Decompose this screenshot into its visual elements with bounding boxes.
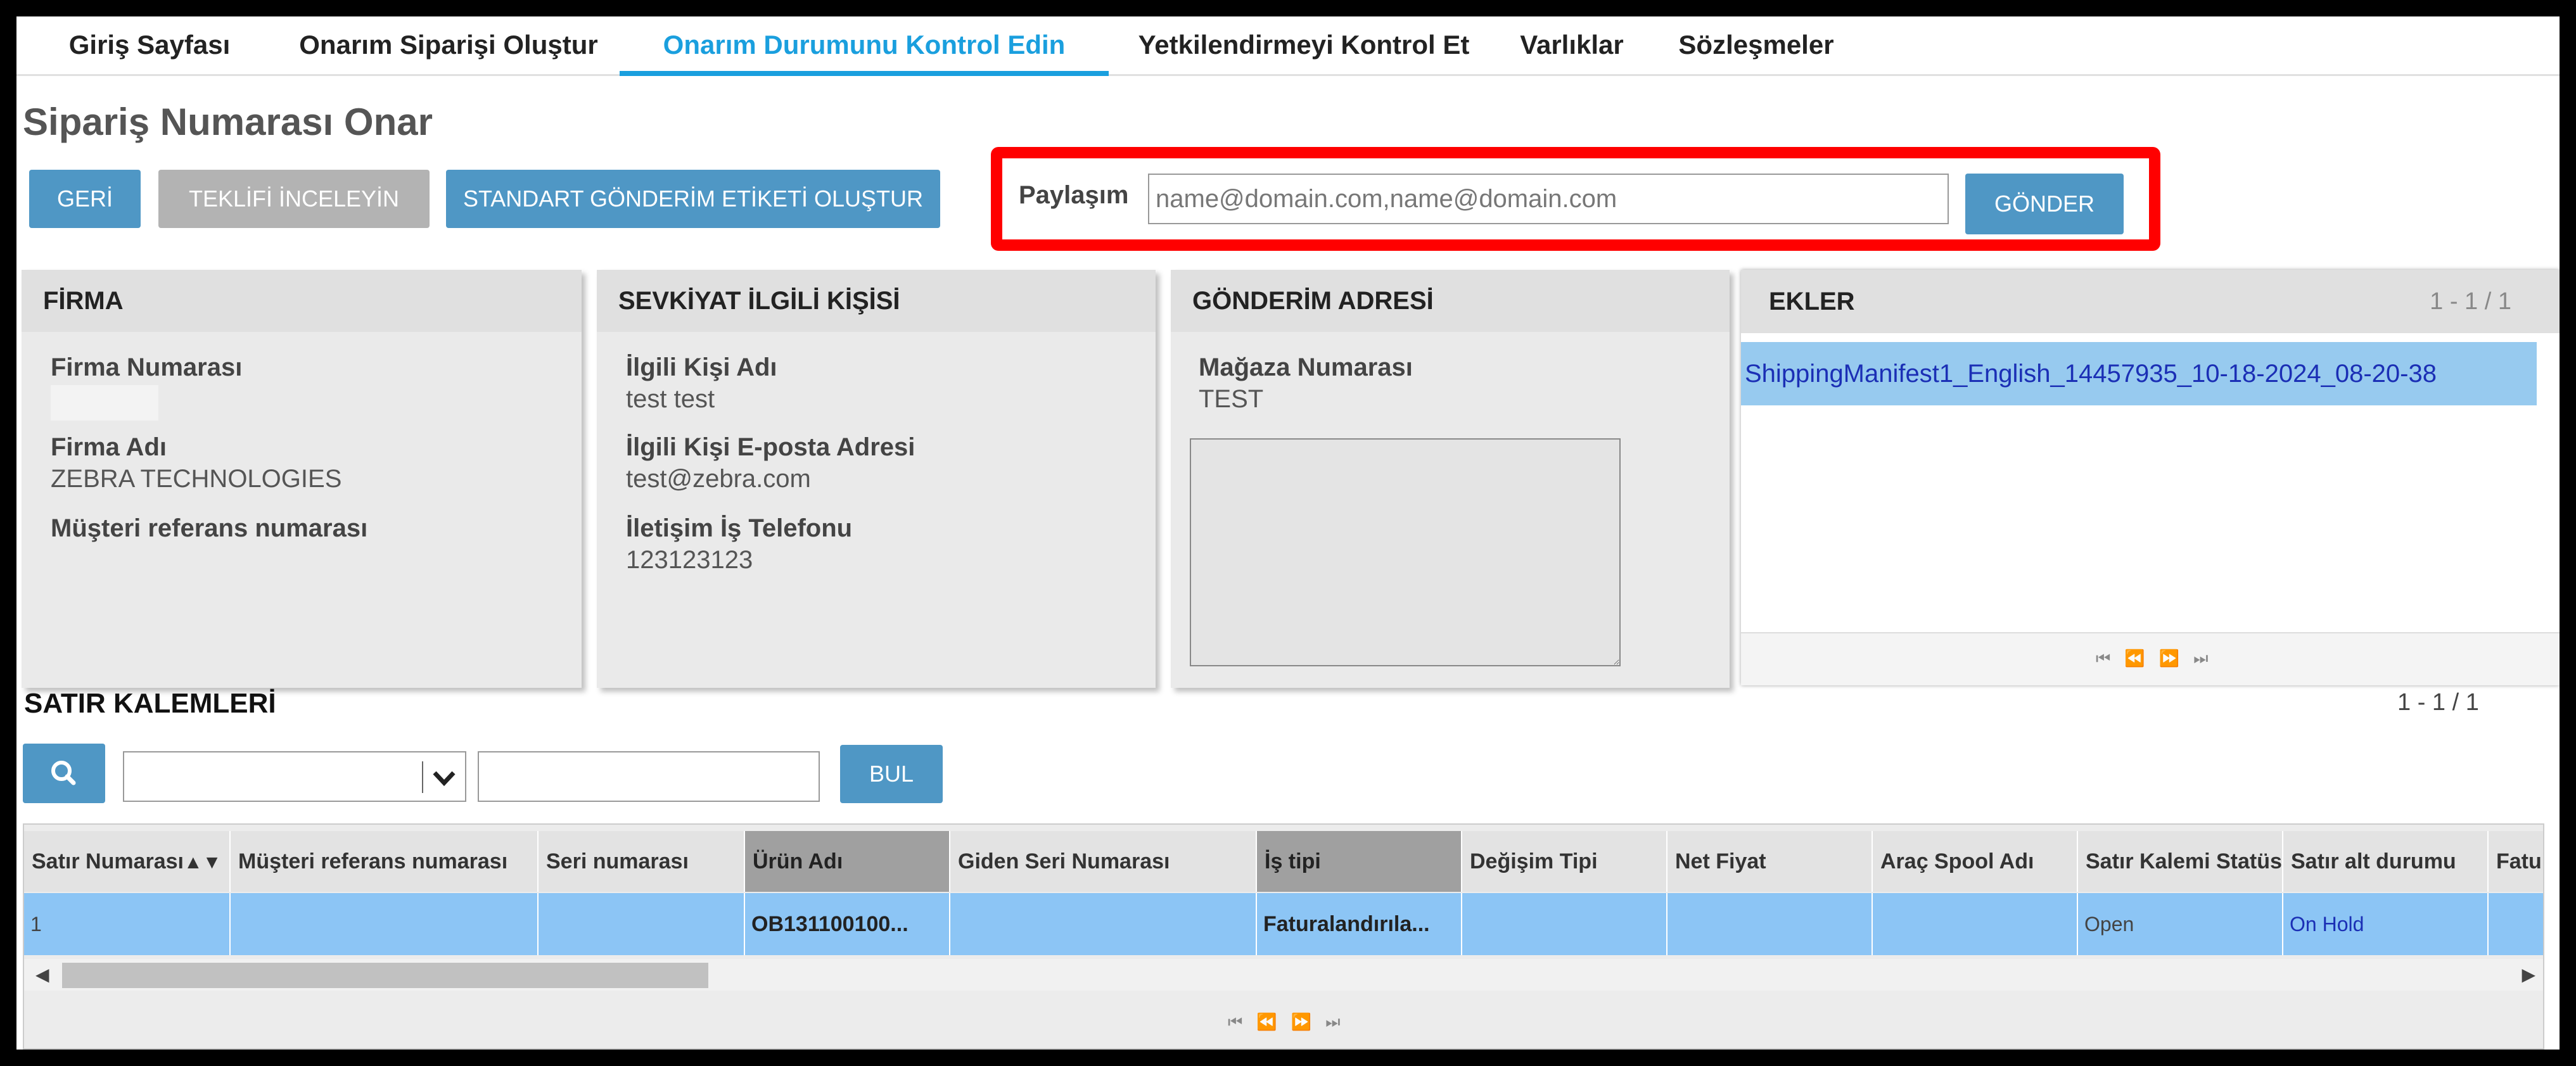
column-header-billing[interactable]: Faturalandırma [2489,831,2543,892]
next-page-icon[interactable]: ⏩ [1291,1012,1325,1031]
share-label: Paylaşım [1019,181,1129,209]
attachments-header: EKLER 1 - 1 / 1 [1741,270,2560,333]
search-button[interactable] [23,744,105,803]
contact-name-label: İlgili Kişi Adı [626,353,777,381]
shipping-contact-title: SEVKİYAT İLGİLİ KİŞİSİ [597,270,1156,332]
table-row[interactable]: 1 OB131100100... Faturalandırıla... Open… [24,893,2543,955]
contact-email-label: İlgili Kişi E-posta Adresi [626,433,915,461]
prev-page-icon[interactable]: ⏪ [1256,1012,1291,1031]
column-header-serial[interactable]: Seri numarası [539,831,745,892]
search-icon [51,761,76,785]
share-email-input[interactable] [1148,174,1949,224]
tab-assets[interactable]: Varlıklar [1505,16,1638,76]
shipping-address-textarea[interactable] [1190,438,1621,666]
firm-panel: FİRMA Firma Numarası Firma Adı ZEBRA TEC… [22,270,582,688]
firm-name-value: ZEBRA TECHNOLOGIES [51,465,342,493]
column-header-line-number[interactable]: Satır Numarası▲▼ [24,831,231,892]
line-items-title: SATIR KALEMLERİ [24,688,276,719]
firm-number-value [51,385,158,421]
cell-customer-ref [231,893,539,955]
shipping-address-panel: GÖNDERİM ADRESİ Mağaza Numarası TEST [1171,270,1730,688]
column-header-exchange-type[interactable]: Değişim Tipi [1462,831,1667,892]
contact-name-value: test test [626,385,715,413]
first-page-icon[interactable]: ⏮ [1228,1012,1256,1031]
filter-column-select[interactable] [123,751,466,802]
line-items-count: 1 - 1 / 1 [2397,689,2479,716]
column-header-out-serial[interactable]: Giden Seri Numarası [950,831,1257,892]
attachments-count: 1 - 1 / 1 [2430,288,2511,315]
cell-job-type: Faturalandırıla... [1257,893,1462,955]
scroll-right-icon[interactable]: ▶ [2522,964,2535,985]
column-header-sub-status[interactable]: Satır alt durumu [2283,831,2489,892]
back-button[interactable]: GERİ [29,170,141,228]
customer-ref-label: Müşteri referans numarası [51,514,368,542]
cell-line-status: Open [2078,893,2283,955]
cell-billing [2489,893,2543,955]
attachments-title: EKLER [1769,288,1855,315]
column-header-line-status[interactable]: Satır Kalemi Statüsü [2078,831,2283,892]
next-page-icon[interactable]: ⏩ [2159,649,2193,668]
chevron-down-icon [433,771,456,787]
cell-net-price [1667,893,1873,955]
attachment-item[interactable]: ShippingManifest1_English_14457935_10-18… [1741,342,2537,405]
contact-phone-label: İletişim İş Telefonu [626,514,853,542]
contact-phone-value: 123123123 [626,546,753,574]
first-page-icon[interactable]: ⏮ [2096,649,2124,668]
app-window: Giriş Sayfası Onarım Siparişi Oluştur On… [16,16,2560,1050]
cell-serial [539,893,745,955]
shipping-address-title: GÖNDERİM ADRESİ [1171,270,1730,332]
tab-check-repair-status[interactable]: Onarım Durumunu Kontrol Edin [620,16,1109,76]
cell-exchange-type [1462,893,1667,955]
filter-search-input[interactable] [478,751,820,802]
cell-product: OB131100100... [745,893,950,955]
find-button[interactable]: BUL [840,745,943,803]
top-navigation: Giriş Sayfası Onarım Siparişi Oluştur On… [16,16,2560,76]
send-button[interactable]: GÖNDER [1965,174,2124,234]
tab-check-authorization[interactable]: Yetkilendirmeyi Kontrol Et [1123,16,1485,76]
grid-header: Satır Numarası▲▼ Müşteri referans numara… [24,825,2543,892]
tab-home[interactable]: Giriş Sayfası [54,16,245,76]
scroll-left-icon[interactable]: ◀ [35,964,49,985]
column-header-spool[interactable]: Araç Spool Adı [1873,831,2078,892]
line-items-grid: Satır Numarası▲▼ Müşteri referans numara… [23,823,2544,1050]
cell-spool [1873,893,2078,955]
firm-name-label: Firma Adı [51,433,167,461]
column-header-customer-ref[interactable]: Müşteri referans numarası [231,831,539,892]
scrollbar-thumb[interactable] [62,963,708,988]
create-shipping-label-button[interactable]: STANDART GÖNDERİM ETİKETİ OLUŞTUR [446,170,940,228]
page-title: Sipariş Numarası Onar [23,101,433,143]
review-quote-button[interactable]: TEKLİFİ İNCELEYİN [158,170,430,228]
column-header-product[interactable]: Ürün Adı [745,831,950,892]
store-number-label: Mağaza Numarası [1199,353,1413,381]
attachments-panel: EKLER 1 - 1 / 1 ShippingManifest1_Englis… [1741,270,2560,685]
shipping-contact-panel: SEVKİYAT İLGİLİ KİŞİSİ İlgili Kişi Adı t… [597,270,1156,688]
cell-line-number: 1 [24,893,231,955]
last-page-icon[interactable]: ⏭ [1325,1012,1354,1031]
column-header-job-type[interactable]: İş tipi [1257,831,1462,892]
tab-contracts[interactable]: Sözleşmeler [1661,16,1851,76]
horizontal-scrollbar[interactable]: ◀ ▶ [24,959,2543,991]
tab-create-repair-order[interactable]: Onarım Siparişi Oluştur [277,16,620,76]
firm-panel-title: FİRMA [22,270,582,332]
firm-number-label: Firma Numarası [51,353,243,381]
prev-page-icon[interactable]: ⏪ [2124,649,2158,668]
cell-sub-status[interactable]: On Hold [2283,893,2489,955]
store-number-value: TEST [1199,385,1264,413]
attachments-pager: ⏮⏪⏩⏭ [1741,632,2560,685]
cell-out-serial [950,893,1257,955]
contact-email-value: test@zebra.com [626,465,811,493]
last-page-icon[interactable]: ⏭ [2193,649,2222,668]
sort-icon[interactable]: ▲▼ [184,852,221,873]
column-header-net-price[interactable]: Net Fiyat [1667,831,1873,892]
grid-pager: ⏮⏪⏩⏭ [24,996,2543,1048]
